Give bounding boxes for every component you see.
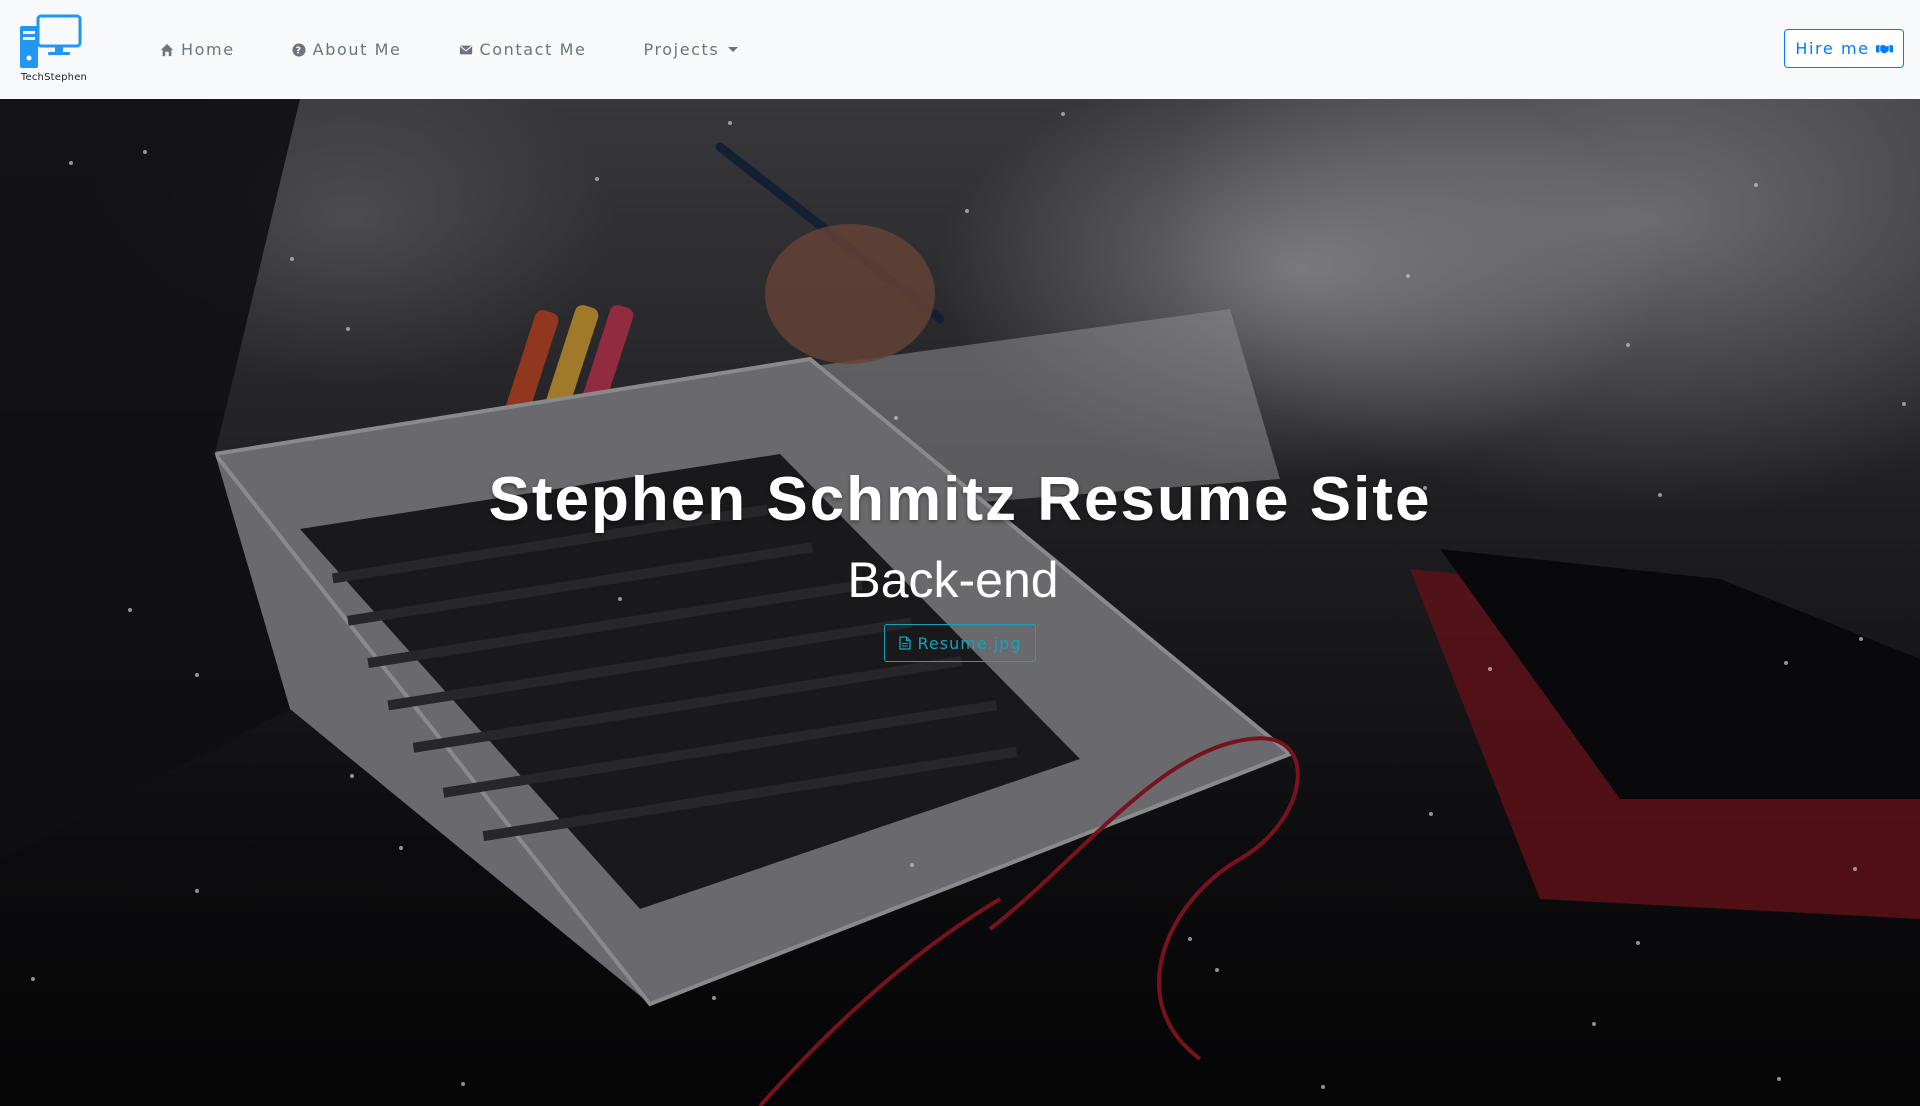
hero-section: Stephen Schmitz Resume Site Back-end Res… — [0, 99, 1920, 1106]
resume-button[interactable]: Resume.jpg — [884, 624, 1036, 662]
nav-about-me[interactable]: ? About Me — [292, 40, 402, 59]
nav-contact-me[interactable]: Contact Me — [459, 40, 587, 59]
hero-title: Stephen Schmitz Resume Site — [488, 465, 1432, 534]
nav-home[interactable]: Home — [160, 40, 235, 59]
computer-monitor-icon — [20, 14, 82, 68]
hire-me-button[interactable]: Hire me — [1784, 29, 1904, 68]
main-nav: Home ? About Me Contact Me Projects — [160, 0, 795, 99]
envelope-icon — [459, 45, 472, 54]
hire-me-label: Hire me — [1795, 39, 1870, 58]
nav-contact-me-label: Contact Me — [479, 40, 587, 59]
resume-button-label: Resume.jpg — [917, 633, 1022, 653]
dropdown-caret-icon — [728, 47, 739, 52]
file-icon — [898, 636, 911, 650]
navbar: TechStephen Home ? About Me Contact Me P… — [0, 0, 1920, 99]
brand-name: TechStephen — [20, 72, 88, 83]
home-icon — [160, 43, 174, 56]
nav-projects-label: Projects — [643, 40, 720, 59]
hero-subtitle: Back-end — [847, 552, 1059, 608]
nav-projects-dropdown[interactable]: Projects — [643, 40, 739, 59]
nav-home-label: Home — [181, 40, 235, 59]
handshake-icon — [1875, 44, 1893, 53]
nav-about-me-label: About Me — [312, 40, 402, 59]
svg-text:?: ? — [295, 45, 302, 56]
question-circle-icon: ? — [292, 42, 306, 57]
brand-logo[interactable]: TechStephen — [18, 14, 90, 86]
hero-content: Stephen Schmitz Resume Site Back-end Res… — [0, 99, 1920, 1106]
